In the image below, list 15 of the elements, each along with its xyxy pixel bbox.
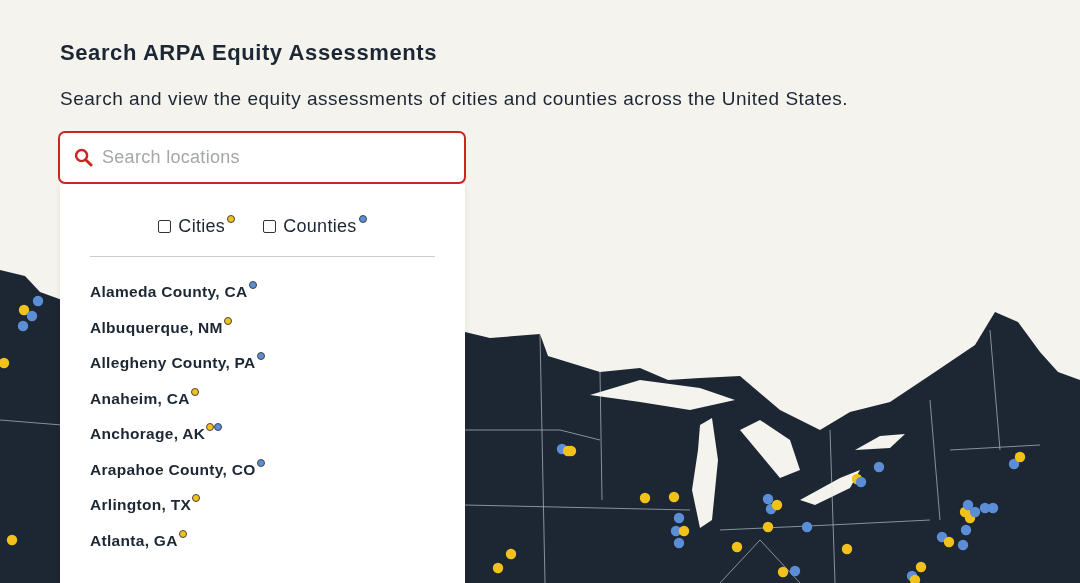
- location-item[interactable]: Atlanta, GA: [90, 530, 178, 551]
- location-item[interactable]: Albuquerque, NM: [90, 317, 223, 338]
- page-title: Search ARPA Equity Assessments: [60, 39, 439, 67]
- page-description: Search and view the equity assessments of cities and counties across the United States.: [60, 87, 850, 111]
- location-item[interactable]: Arlington, TX: [90, 495, 192, 515]
- location-item[interactable]: Alameda County, CA: [90, 282, 248, 302]
- filter-label[interactable]: Counties: [283, 215, 357, 237]
- filter-label[interactable]: Cities: [178, 215, 226, 237]
- checkbox[interactable]: [158, 220, 172, 233]
- checkbox[interactable]: [263, 220, 277, 233]
- location-item[interactable]: Allegheny County, PA: [90, 353, 256, 373]
- location-item[interactable]: Anchorage, AK: [90, 424, 206, 444]
- search-field[interactable]: Search locations: [58, 131, 466, 184]
- location-item[interactable]: Anaheim, CA: [90, 388, 190, 409]
- location-item[interactable]: Arapahoe County, CO: [90, 459, 256, 480]
